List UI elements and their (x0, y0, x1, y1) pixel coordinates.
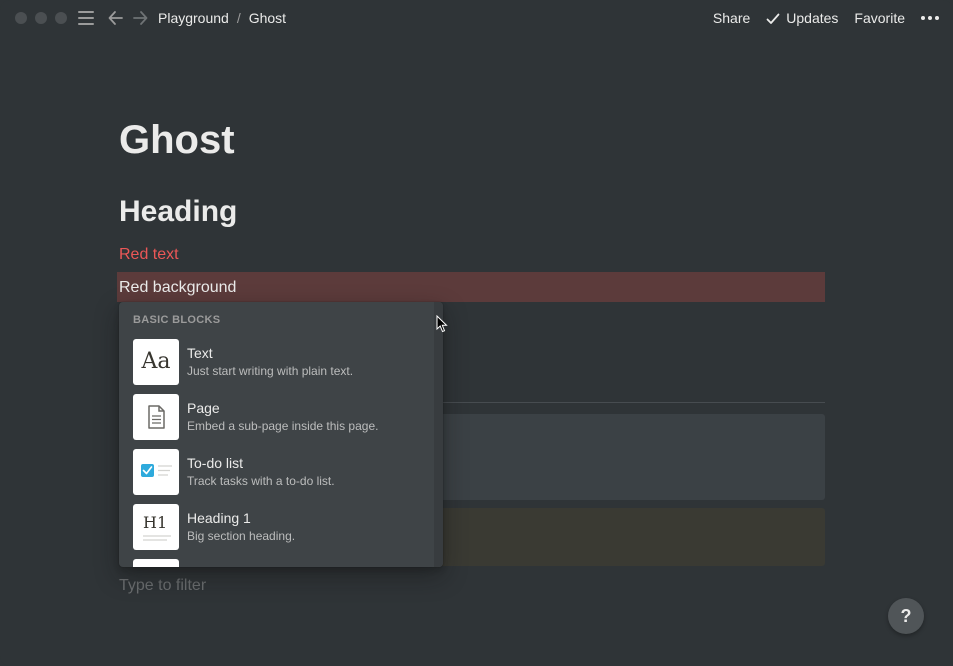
next-block-icon (133, 559, 179, 567)
breadcrumb-item-ghost[interactable]: Ghost (249, 10, 286, 26)
share-button[interactable]: Share (713, 10, 750, 26)
menu-item-description: Big section heading. (187, 529, 296, 543)
menu-scrollbar[interactable] (434, 302, 443, 567)
menu-item-todo-list[interactable]: To-do list Track tasks with a to-do list… (133, 449, 433, 495)
heading-block[interactable]: Heading (119, 195, 237, 229)
window-controls (15, 12, 67, 24)
minimize-window-button[interactable] (35, 12, 47, 24)
back-arrow-icon[interactable] (107, 8, 125, 28)
menu-item-text[interactable]: Aa Text Just start writing with plain te… (133, 339, 433, 385)
favorite-button[interactable]: Favorite (854, 10, 905, 26)
breadcrumb-separator: / (236, 10, 241, 26)
menu-item-title: Page (187, 400, 220, 416)
mouse-cursor-icon (436, 315, 448, 333)
menu-item-heading-1[interactable]: H1 Heading 1 Big section heading. (133, 504, 433, 550)
updates-label: Updates (786, 10, 839, 26)
menu-item-title: Heading 1 (187, 510, 251, 526)
menu-item-description: Embed a sub-page inside this page. (187, 419, 379, 433)
close-window-button[interactable] (15, 12, 27, 24)
updates-button[interactable]: Updates (766, 10, 838, 26)
menu-item-description: Just start writing with plain text. (187, 364, 354, 378)
red-background-text: Red background (119, 279, 237, 296)
topbar-actions: Share Updates Favorite (697, 10, 939, 26)
help-button[interactable]: ? (888, 598, 924, 634)
block-type-menu: BASIC BLOCKS Aa Text Just start writing … (119, 302, 443, 567)
menu-item-page[interactable]: Page Embed a sub-page inside this page. (133, 394, 433, 440)
page-title[interactable]: Ghost (119, 118, 235, 163)
menu-item-next[interactable] (133, 559, 433, 567)
check-icon (766, 13, 780, 25)
zoom-window-button[interactable] (55, 12, 67, 24)
sidebar-toggle-icon[interactable] (78, 9, 94, 27)
red-background-block[interactable]: Red background (117, 272, 825, 302)
breadcrumb: Playground / Ghost (158, 10, 286, 26)
menu-item-title: Text (187, 345, 213, 361)
menu-item-title: To-do list (187, 455, 244, 471)
more-options-icon[interactable] (921, 10, 939, 26)
app-window: Playground / Ghost Share Updates Favorit… (0, 0, 953, 666)
filter-placeholder[interactable]: Type to filter (119, 577, 206, 595)
red-text-block[interactable]: Red text (119, 246, 179, 264)
text-block-icon: Aa (133, 339, 179, 385)
text-thumb-glyph: Aa (141, 349, 171, 374)
forward-arrow-icon[interactable] (131, 8, 149, 28)
menu-section-header: BASIC BLOCKS (133, 314, 221, 326)
page-block-icon (133, 394, 179, 440)
heading1-block-icon: H1 (133, 504, 179, 550)
menu-item-description: Track tasks with a to-do list. (187, 474, 335, 488)
todo-block-icon (133, 449, 179, 495)
topbar: Playground / Ghost Share Updates Favorit… (0, 0, 953, 36)
breadcrumb-item-playground[interactable]: Playground (158, 10, 229, 26)
